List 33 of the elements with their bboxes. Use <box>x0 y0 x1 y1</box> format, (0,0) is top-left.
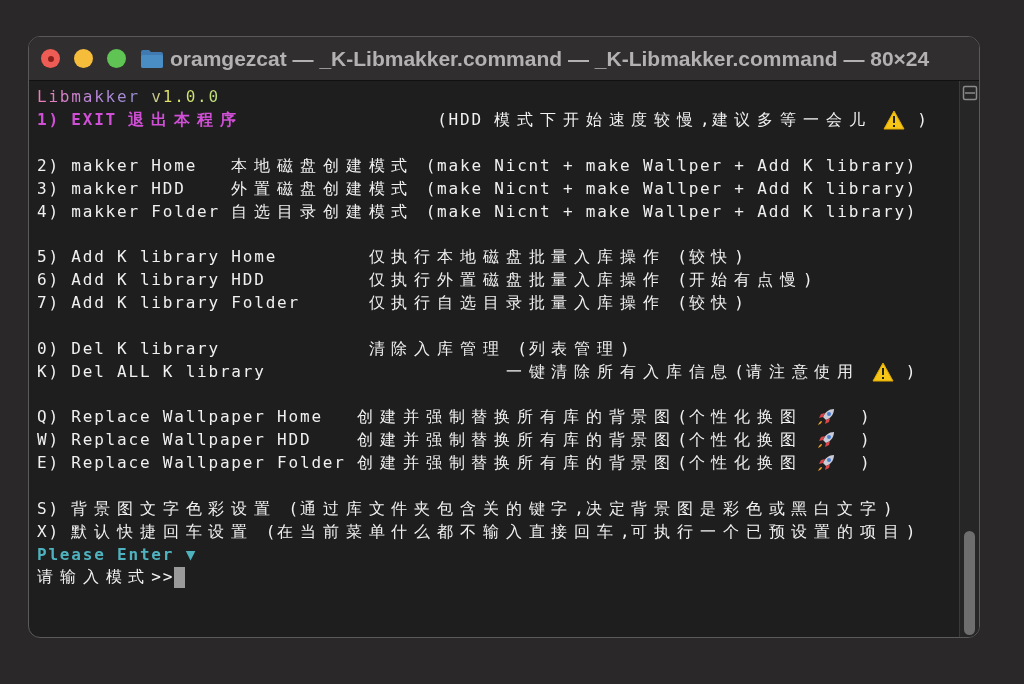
terminal-line: Q) Replace Wallpaper Home 创建并强制替换所有库的背景图(个性化换图 <box>37 406 804 429</box>
terminal-line: X) 默认快捷回车设置 (在当前菜单什么都不输入直接回车,可执行一个已预设置的项目) <box>37 520 918 543</box>
scrollbar-thumb[interactable] <box>964 531 975 635</box>
warning-icon <box>882 110 906 131</box>
terminal-line: (HDD 模式下开始速度较慢,建议多等一会儿 <box>436 109 873 132</box>
terminal-line: 4) makker Folder 自选目录创建模式 (make Nicnt + make Wallper + Add K library) <box>37 200 918 223</box>
terminal-line: E) Replace Wallpaper Folder 创建并强制替换所有库的背景图(个性化换图 <box>37 452 804 475</box>
terminal-line: ) <box>904 360 918 383</box>
terminal-line: ) <box>859 406 872 429</box>
terminal-line: K) Del ALL K library <box>37 360 266 383</box>
folder-icon <box>140 48 164 69</box>
terminal-line: S) 背景图文字色彩设置 (通过库文件夹包含关的键字,决定背景图是彩色或黑白文字) <box>37 497 895 520</box>
prompt-label: Please Enter ▼ <box>37 543 198 566</box>
split-pane-icon[interactable] <box>961 85 978 101</box>
terminal-line: ) <box>859 429 872 452</box>
terminal-line: 请输入模式>> <box>37 566 175 589</box>
terminal-line: W) Replace Wallpaper HDD 创建并强制替换所有库的背景图(个性化换图 <box>37 429 804 452</box>
window-title: oramgezcat — _K-Libmakker.command — _K-Libmakker.command — 80×24 <box>170 45 930 72</box>
terminal-line: 1) EXIT 退出本程序 <box>37 109 243 132</box>
terminal-line: ) <box>859 452 872 475</box>
text-cursor <box>174 566 186 588</box>
terminal-line: 2) makker Home 本地磁盘创建模式 (make Nicnt + make Wallper + Add K library) <box>37 155 918 177</box>
terminal-line: 3) makker HDD 外置磁盘创建模式 (make Nicnt + make Wallper + Add K library) <box>37 177 918 200</box>
terminal-line: 6) Add K library HDD 仅执行外置磁盘批量入库操作 (开始有点慢) <box>37 269 815 292</box>
terminal-line: 0) Del K library 清除入库管理 (列表管理) <box>37 337 632 360</box>
terminal-line: 7) Add K library Folder 仅执行自选目录批量入库操作 (较快) <box>37 292 746 315</box>
warning-icon <box>871 361 895 382</box>
minimize-button[interactable] <box>74 49 93 68</box>
zoom-button[interactable] <box>107 49 126 68</box>
terminal-line: ) <box>916 109 929 132</box>
terminal-line: 5) Add K library Home 仅执行本地磁盘批量入库操作 (较快) <box>37 246 746 269</box>
close-button[interactable] <box>41 49 60 68</box>
terminal-line: 一键清除所有入库信息(请注意使用 <box>504 360 862 383</box>
